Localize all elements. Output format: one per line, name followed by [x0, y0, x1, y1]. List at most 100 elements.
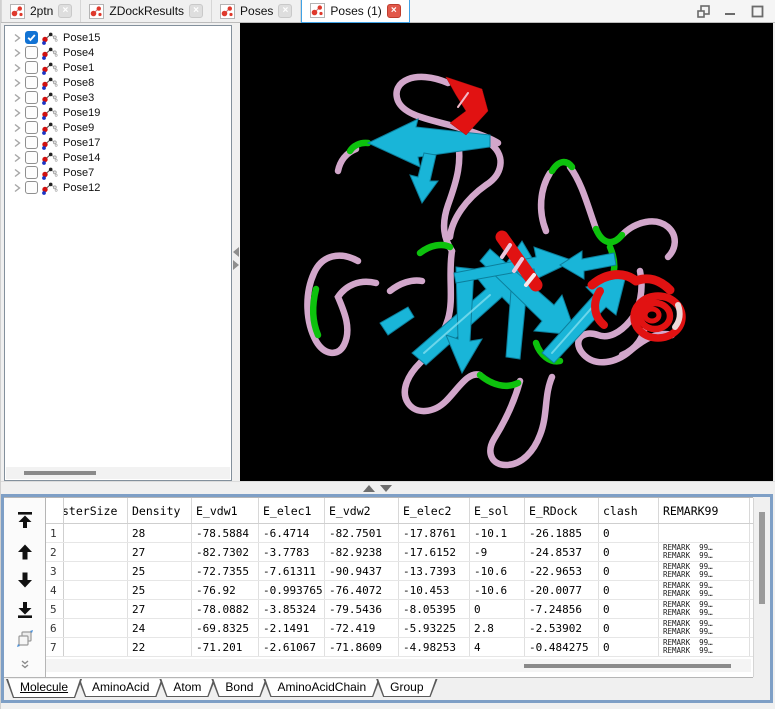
remark99-cell[interactable]: REMARK 99…REMARK 99… — [659, 619, 750, 637]
sheet-tab-aminoacid[interactable]: AminoAcid — [78, 679, 163, 697]
table-row-1[interactable]: 128-78.5884-6.4714-82.7501-17.8761-10.1-… — [46, 524, 753, 543]
column-header-e_elec1[interactable]: E_elec1 — [259, 498, 325, 523]
row-number-cell[interactable]: 5 — [46, 600, 64, 618]
scrollbar-thumb[interactable] — [24, 471, 96, 475]
table-cell[interactable]: -20.0077 — [525, 581, 599, 599]
remark99-cell[interactable]: REMARK 99…REMARK 99… — [659, 562, 750, 580]
remark99-cell[interactable]: REMARK 99…REMARK 99… — [659, 638, 750, 656]
pose-visibility-checkbox[interactable] — [25, 31, 38, 44]
tab-close-icon[interactable]: × — [58, 4, 72, 18]
document-tab-poses-1-[interactable]: Poses (1)× — [301, 0, 409, 22]
tree-item-pose14[interactable]: Pose14 — [5, 150, 231, 165]
table-cell[interactable]: -76.4072 — [325, 581, 399, 599]
table-cell[interactable]: 0 — [599, 638, 659, 656]
row-number-cell[interactable]: 7 — [46, 638, 64, 656]
table-cell[interactable] — [64, 562, 128, 580]
move-to-top-button[interactable] — [11, 508, 39, 532]
pose-visibility-checkbox[interactable] — [25, 76, 38, 89]
column-header-e_sol[interactable]: E_sol — [470, 498, 525, 523]
column-header-e_vdw1[interactable]: E_vdw1 — [192, 498, 259, 523]
remark99-cell[interactable]: REMARK 99…REMARK 99… — [659, 581, 750, 599]
table-cell[interactable]: -69.8325 — [192, 619, 259, 637]
tab-close-icon[interactable]: × — [278, 4, 292, 18]
expand-chevron-icon[interactable] — [12, 77, 22, 89]
table-cell[interactable]: -72.7355 — [192, 562, 259, 580]
table-row-4[interactable]: 425-76.92-0.993765-76.4072-10.453-10.6-2… — [46, 581, 753, 600]
sheet-tab-group[interactable]: Group — [376, 679, 437, 697]
table-cell[interactable]: -26.1885 — [525, 524, 599, 542]
tree-item-pose17[interactable]: Pose17 — [5, 135, 231, 150]
float-window-icon[interactable] — [697, 5, 710, 18]
table-row-5[interactable]: 527-78.0882-3.85324-79.5436-8.053950-7.2… — [46, 600, 753, 619]
sync-selection-button[interactable] — [11, 626, 39, 650]
table-cell[interactable]: -7.61311 — [259, 562, 325, 580]
table-cell[interactable]: -3.7783 — [259, 543, 325, 561]
table-cell[interactable]: -82.9238 — [325, 543, 399, 561]
table-cell[interactable]: -2.53902 — [525, 619, 599, 637]
expand-chevron-icon[interactable] — [12, 167, 22, 179]
table-horizontal-scrollbar[interactable] — [46, 659, 751, 672]
table-cell[interactable]: -0.484275 — [525, 638, 599, 656]
expand-chevron-icon[interactable] — [12, 62, 22, 74]
expand-chevron-icon[interactable] — [12, 47, 22, 59]
table-cell[interactable]: 2.8 — [470, 619, 525, 637]
table-cell[interactable]: 0 — [470, 600, 525, 618]
table-cell[interactable]: -10.6 — [470, 581, 525, 599]
pose-visibility-checkbox[interactable] — [25, 151, 38, 164]
table-cell[interactable]: -71.201 — [192, 638, 259, 656]
table-cell[interactable]: -8.05395 — [399, 600, 470, 618]
table-cell[interactable]: -82.7302 — [192, 543, 259, 561]
move-to-bottom-button[interactable] — [11, 598, 39, 622]
tree-item-pose12[interactable]: Pose12 — [5, 180, 231, 195]
tree-item-pose19[interactable]: Pose19 — [5, 105, 231, 120]
tree-item-pose8[interactable]: Pose8 — [5, 75, 231, 90]
table-cell[interactable]: -3.85324 — [259, 600, 325, 618]
table-cell[interactable]: -10.453 — [399, 581, 470, 599]
expand-chevron-icon[interactable] — [12, 32, 22, 44]
expand-chevron-icon[interactable] — [12, 122, 22, 134]
tree-item-pose1[interactable]: Pose1 — [5, 60, 231, 75]
column-header-e_rdock[interactable]: E_RDock — [525, 498, 599, 523]
table-cell[interactable]: 27 — [128, 543, 192, 561]
table-row-6[interactable]: 624-69.8325-2.1491-72.419-5.932252.8-2.5… — [46, 619, 753, 638]
table-cell[interactable]: 25 — [128, 562, 192, 580]
remark99-cell[interactable]: REMARK 99…REMARK 99… — [659, 600, 750, 618]
table-cell[interactable] — [64, 638, 128, 656]
maximize-icon[interactable] — [751, 5, 764, 18]
document-tab-zdockresults[interactable]: ZDockResults× — [81, 0, 212, 22]
table-cell[interactable]: -13.7393 — [399, 562, 470, 580]
tree-item-pose7[interactable]: Pose7 — [5, 165, 231, 180]
table-cell[interactable] — [64, 581, 128, 599]
table-cell[interactable]: -76.92 — [192, 581, 259, 599]
table-cell[interactable]: -10.1 — [470, 524, 525, 542]
expand-chevron-icon[interactable] — [12, 152, 22, 164]
move-up-button[interactable] — [11, 540, 39, 564]
table-cell[interactable]: 22 — [128, 638, 192, 656]
table-cell[interactable]: -22.9653 — [525, 562, 599, 580]
horizontal-splitter[interactable] — [1, 481, 775, 494]
table-cell[interactable]: -2.1491 — [259, 619, 325, 637]
table-cell[interactable]: 4 — [470, 638, 525, 656]
table-cell[interactable]: 0 — [599, 600, 659, 618]
table-cell[interactable]: -2.61067 — [259, 638, 325, 656]
row-number-cell[interactable]: 1 — [46, 524, 64, 542]
table-cell[interactable] — [64, 619, 128, 637]
molecule-3d-viewport[interactable] — [240, 23, 773, 481]
sheet-tab-atom[interactable]: Atom — [159, 679, 215, 697]
table-cell[interactable]: -72.419 — [325, 619, 399, 637]
table-cell[interactable]: -17.8761 — [399, 524, 470, 542]
column-header-stersize[interactable]: sterSize — [64, 498, 128, 523]
column-header-clash[interactable]: clash — [599, 498, 659, 523]
table-cell[interactable]: -6.4714 — [259, 524, 325, 542]
sheet-tab-molecule[interactable]: Molecule — [6, 679, 82, 698]
table-cell[interactable]: 0 — [599, 562, 659, 580]
row-number-cell[interactable]: 4 — [46, 581, 64, 599]
table-vertical-scrollbar[interactable] — [753, 498, 769, 677]
table-cell[interactable]: -9 — [470, 543, 525, 561]
table-cell[interactable]: -82.7501 — [325, 524, 399, 542]
tree-horizontal-scrollbar[interactable] — [6, 467, 230, 479]
table-row-2[interactable]: 227-82.7302-3.7783-82.9238-17.6152-9-24.… — [46, 543, 753, 562]
tree-item-pose4[interactable]: Pose4 — [5, 45, 231, 60]
column-header-density[interactable]: Density — [128, 498, 192, 523]
table-cell[interactable]: -78.0882 — [192, 600, 259, 618]
